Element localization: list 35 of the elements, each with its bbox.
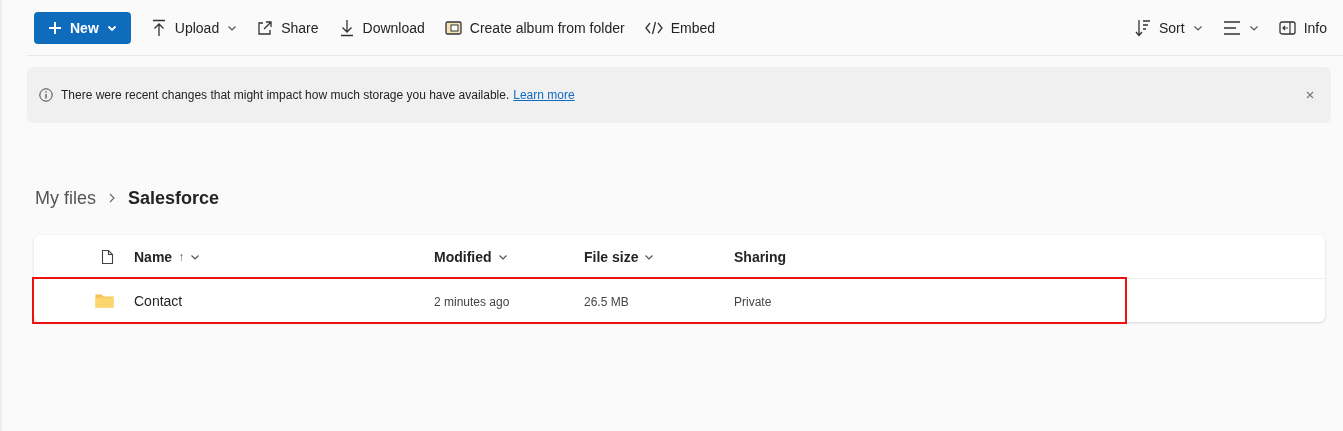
column-header[interactable]: Name ↑ [134, 248, 201, 265]
column-header[interactable]: Modified [434, 248, 508, 265]
album-button[interactable]: Create album from folder [436, 11, 633, 44]
info-button[interactable]: Info [1270, 11, 1335, 44]
close-icon[interactable] [1305, 90, 1315, 100]
upload-icon [150, 18, 167, 37]
code-icon [644, 20, 663, 35]
info-icon [39, 88, 53, 102]
file-icon [101, 248, 114, 265]
file-size: 26.5 MB [584, 294, 629, 309]
column-header[interactable]: File size [584, 248, 655, 265]
file-name[interactable]: Contact [134, 292, 183, 309]
breadcrumb-item[interactable]: My files [35, 187, 96, 209]
banner-message: There were recent changes that might impact how much storage you have available. [61, 88, 510, 102]
panel-icon [1278, 20, 1296, 35]
sharing-status: Private [734, 294, 772, 309]
embed-button[interactable]: Embed [636, 11, 723, 44]
plus-icon [48, 20, 62, 35]
column-header[interactable]: Sharing [734, 248, 787, 265]
new-button[interactable]: New [34, 11, 131, 44]
share-button[interactable]: Share [249, 11, 327, 44]
share-icon [257, 19, 274, 36]
learn-more-link[interactable]: Learn more [513, 88, 575, 102]
album-icon [444, 20, 462, 35]
folder-icon [95, 293, 114, 308]
upload-button[interactable]: Upload [142, 11, 246, 44]
download-button[interactable]: Download [330, 11, 433, 44]
breadcrumb-item[interactable]: Salesforce [128, 187, 220, 209]
sort-icon [1134, 18, 1151, 37]
file-row[interactable]: Contact 2 minutes ago 26.5 MB Private [34, 279, 1125, 322]
chevron-right-icon [108, 192, 116, 204]
list-view-icon [1222, 20, 1241, 35]
modified-date: 2 minutes ago [434, 294, 510, 309]
download-icon [338, 18, 355, 37]
sort-button[interactable]: Sort [1126, 11, 1211, 44]
